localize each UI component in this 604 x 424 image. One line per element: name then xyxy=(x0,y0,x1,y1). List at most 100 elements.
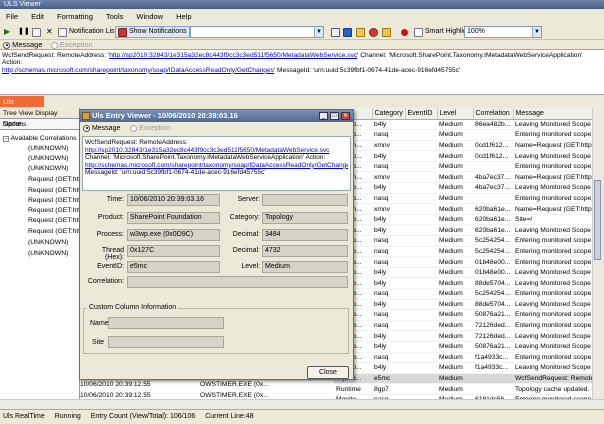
cell-eventid xyxy=(405,320,437,332)
table-row[interactable]: Loggin...xmnvMedium0cd1f612...Name=Reque… xyxy=(334,140,592,152)
column-header-category[interactable]: Category xyxy=(372,108,406,120)
tree-item[interactable]: Request (GET:htt xyxy=(28,206,80,215)
table-row[interactable]: Topolo...e5mcMediumWcfSendRequest: Remot… xyxy=(334,373,592,385)
warning-button[interactable] xyxy=(356,26,365,38)
close-icon[interactable]: ✕ xyxy=(341,112,350,120)
table-row[interactable]: Monito...b4lyMediumf1a4933c...Leaving Mo… xyxy=(334,362,592,374)
tree-view-tabs[interactable]: Tree View Display Options xyxy=(0,108,79,128)
error-button[interactable] xyxy=(369,26,378,38)
tree-item[interactable]: Request (GET:htt xyxy=(28,227,80,236)
message-radio[interactable] xyxy=(3,41,10,49)
dialog-action-link[interactable]: http://schemas.microsoft.com/sharepoint/… xyxy=(85,162,348,170)
table-row[interactable]: Monito...nasqMediumf1a4933c...Entering m… xyxy=(334,352,592,364)
menu-edit[interactable]: Edit xyxy=(31,12,44,21)
message-panel[interactable]: WcfSendRequest: RemoteAddress: 'http://s… xyxy=(0,49,604,95)
tree-item-root[interactable]: - Available Correlations xyxy=(3,134,77,143)
tree-item[interactable]: Request (GET:htt xyxy=(28,216,80,225)
chevron-down-icon: ▼ xyxy=(314,27,323,37)
process-value: w3wp.exe (0x0D9C) xyxy=(127,229,220,241)
action-link[interactable]: http://schemas.microsoft.com/sharepoint/… xyxy=(2,67,274,74)
cell-message: Leaving Monitored Scope xyxy=(513,150,592,162)
tree-item[interactable]: (UNKNOWN) xyxy=(28,249,68,258)
table-row[interactable]: Monito...b4lyMedium620ba61e...Leaving Mo… xyxy=(334,224,592,237)
table-row[interactable]: Monito...nasqMediumEntering monitored sc… xyxy=(334,193,592,205)
column-header-level[interactable]: Level xyxy=(437,108,474,120)
zoom-combo[interactable]: 100% ▼ xyxy=(464,26,542,38)
remote-address-link[interactable]: http://sp2010:32843/1e315a32ec8c443f9cc3… xyxy=(109,52,357,59)
table-row[interactable]: Loggin...xmnvMedium4ba7ec37...Name=Reque… xyxy=(334,171,592,184)
column-header-eventid[interactable]: EventID xyxy=(405,108,438,120)
play-icon: ▶ xyxy=(4,27,11,36)
tree-column-header[interactable]: Name xyxy=(0,119,79,130)
critical-button[interactable] xyxy=(382,26,391,38)
play-button[interactable]: ▶ xyxy=(4,26,10,38)
menu-tools[interactable]: Tools xyxy=(106,12,124,21)
table-row[interactable]: Monito...b4lyMedium88de5704...Leaving Mo… xyxy=(334,299,592,311)
table-row[interactable]: Monito...b4lyMedium88de5704...Leaving Mo… xyxy=(334,277,592,289)
column-header-correlation[interactable]: Correlation xyxy=(473,108,514,120)
table-row[interactable]: Monito...nasqMedium01b48e00...Entering m… xyxy=(334,256,592,268)
warning-icon xyxy=(356,27,365,37)
filter-combo[interactable]: ▼ xyxy=(190,26,324,38)
clear-button[interactable]: ✕ xyxy=(46,26,53,38)
exception-radio[interactable] xyxy=(50,41,58,49)
table-row[interactable]: Monito...nasqMedium5c254254...Entering m… xyxy=(334,246,592,258)
table-row[interactable]: Loggin...xmnvMedium620ba61e...Name=Reque… xyxy=(334,203,592,215)
table-row[interactable]: Monito...b4lyMedium4ba7ec37...Leaving Mo… xyxy=(334,182,592,194)
cell-category: nasq xyxy=(372,309,405,321)
minimize-icon[interactable]: _ xyxy=(319,112,328,120)
horizontal-scrollbar[interactable] xyxy=(0,399,604,408)
table-row[interactable]: Monito...nasqMedium5c254254...Entering m… xyxy=(334,288,592,300)
table-row[interactable]: Monito...nasqMedium5c254254...Entering m… xyxy=(334,235,592,247)
table-row[interactable]: 10/06/2010 20:39:12.55 OWSTIMER.EXE (0x..… xyxy=(80,381,334,392)
menu-help[interactable]: Help xyxy=(176,12,191,21)
cell-correlation: 620ba61e... xyxy=(473,203,513,215)
dialog-remote-address-link[interactable]: http://sp2010:32843/1e315a32ec8c443f9cc3… xyxy=(85,147,348,155)
table-row[interactable]: Monito...b4lyMedium620ba61e...Site=/ xyxy=(334,214,592,226)
show-notifications-button[interactable]: Show Notifications xyxy=(115,26,190,38)
record-button[interactable] xyxy=(401,26,408,38)
maximize-icon[interactable]: □ xyxy=(330,112,339,120)
menu-formatting[interactable]: Formatting xyxy=(57,12,93,21)
dialog-message-radio[interactable] xyxy=(83,124,90,132)
scrollbar-thumb[interactable] xyxy=(594,180,601,260)
tree-item[interactable]: (UNKNOWN) xyxy=(28,154,68,163)
grid-vertical-scrollbar[interactable] xyxy=(592,108,602,408)
tab-uls-realtime[interactable]: Uls RealTime xyxy=(0,96,44,117)
tree-item[interactable]: Request (GET:htt xyxy=(28,186,80,195)
tree-item[interactable]: Request (GET:htt xyxy=(28,175,80,184)
table-row[interactable]: Monito...b4lyMedium86ea482b...Leaving Mo… xyxy=(334,119,592,131)
notification-list-button[interactable]: Notification List xyxy=(58,26,116,38)
cell-eventid xyxy=(405,341,437,353)
cell-level: Medium xyxy=(437,352,473,364)
cell-eventid xyxy=(405,193,437,205)
autoscroll-button[interactable] xyxy=(32,26,41,38)
column-header-message[interactable]: Message xyxy=(513,108,592,120)
tree-item[interactable]: (UNKNOWN) xyxy=(28,144,68,153)
table-row[interactable]: Monito...b4lyMedium0cd1f612...Leaving Mo… xyxy=(334,150,592,162)
tree-item[interactable]: (UNKNOWN) xyxy=(28,238,68,247)
close-button[interactable]: Close xyxy=(307,366,349,379)
filter-button[interactable] xyxy=(331,26,340,38)
table-row[interactable]: Monito...nasqMediumEntering monitored sc… xyxy=(334,161,592,173)
menu-window[interactable]: Window xyxy=(136,12,163,21)
table-row[interactable]: Monito...nasqMedium72126ded...Entering m… xyxy=(334,320,592,332)
table-row[interactable]: Monito...b4lyMedium01b48e00...Leaving Mo… xyxy=(334,267,592,279)
product-value: SharePoint Foundation xyxy=(127,212,220,224)
table-row[interactable]: Monito...b4lyMedium72126ded...Leaving Mo… xyxy=(334,330,592,342)
table-row[interactable]: Runtime 8gp7 Medium Topology cache updated. xyxy=(334,383,592,395)
table-row[interactable]: Monito...nasqMediumEntering monitored sc… xyxy=(334,129,592,141)
tree-item[interactable]: (UNKNOWN) xyxy=(28,164,68,173)
dialog-message-text[interactable]: WcfSendRequest: RemoteAddress: http://sp… xyxy=(82,136,351,191)
tree-item[interactable]: Request (GET:htt xyxy=(28,196,80,205)
list-icon xyxy=(58,27,67,37)
info-button[interactable] xyxy=(343,26,352,38)
menu-file[interactable]: File xyxy=(6,12,18,21)
table-row[interactable]: Monito...b4lyMedium50876a21...Leaving Mo… xyxy=(334,341,592,353)
dialog-titlebar[interactable]: Uls Entry Viewer - 10/06/2010 20:39:03.1… xyxy=(80,110,353,122)
table-row[interactable]: Monito...nasqMedium50876a21...Entering m… xyxy=(334,309,592,321)
cell-eventid xyxy=(405,299,437,311)
pause-button[interactable]: ❚❚ xyxy=(18,26,30,38)
dialog-exception-radio[interactable] xyxy=(130,124,138,132)
cell-message: Leaving Monitored Scope xyxy=(513,299,592,311)
